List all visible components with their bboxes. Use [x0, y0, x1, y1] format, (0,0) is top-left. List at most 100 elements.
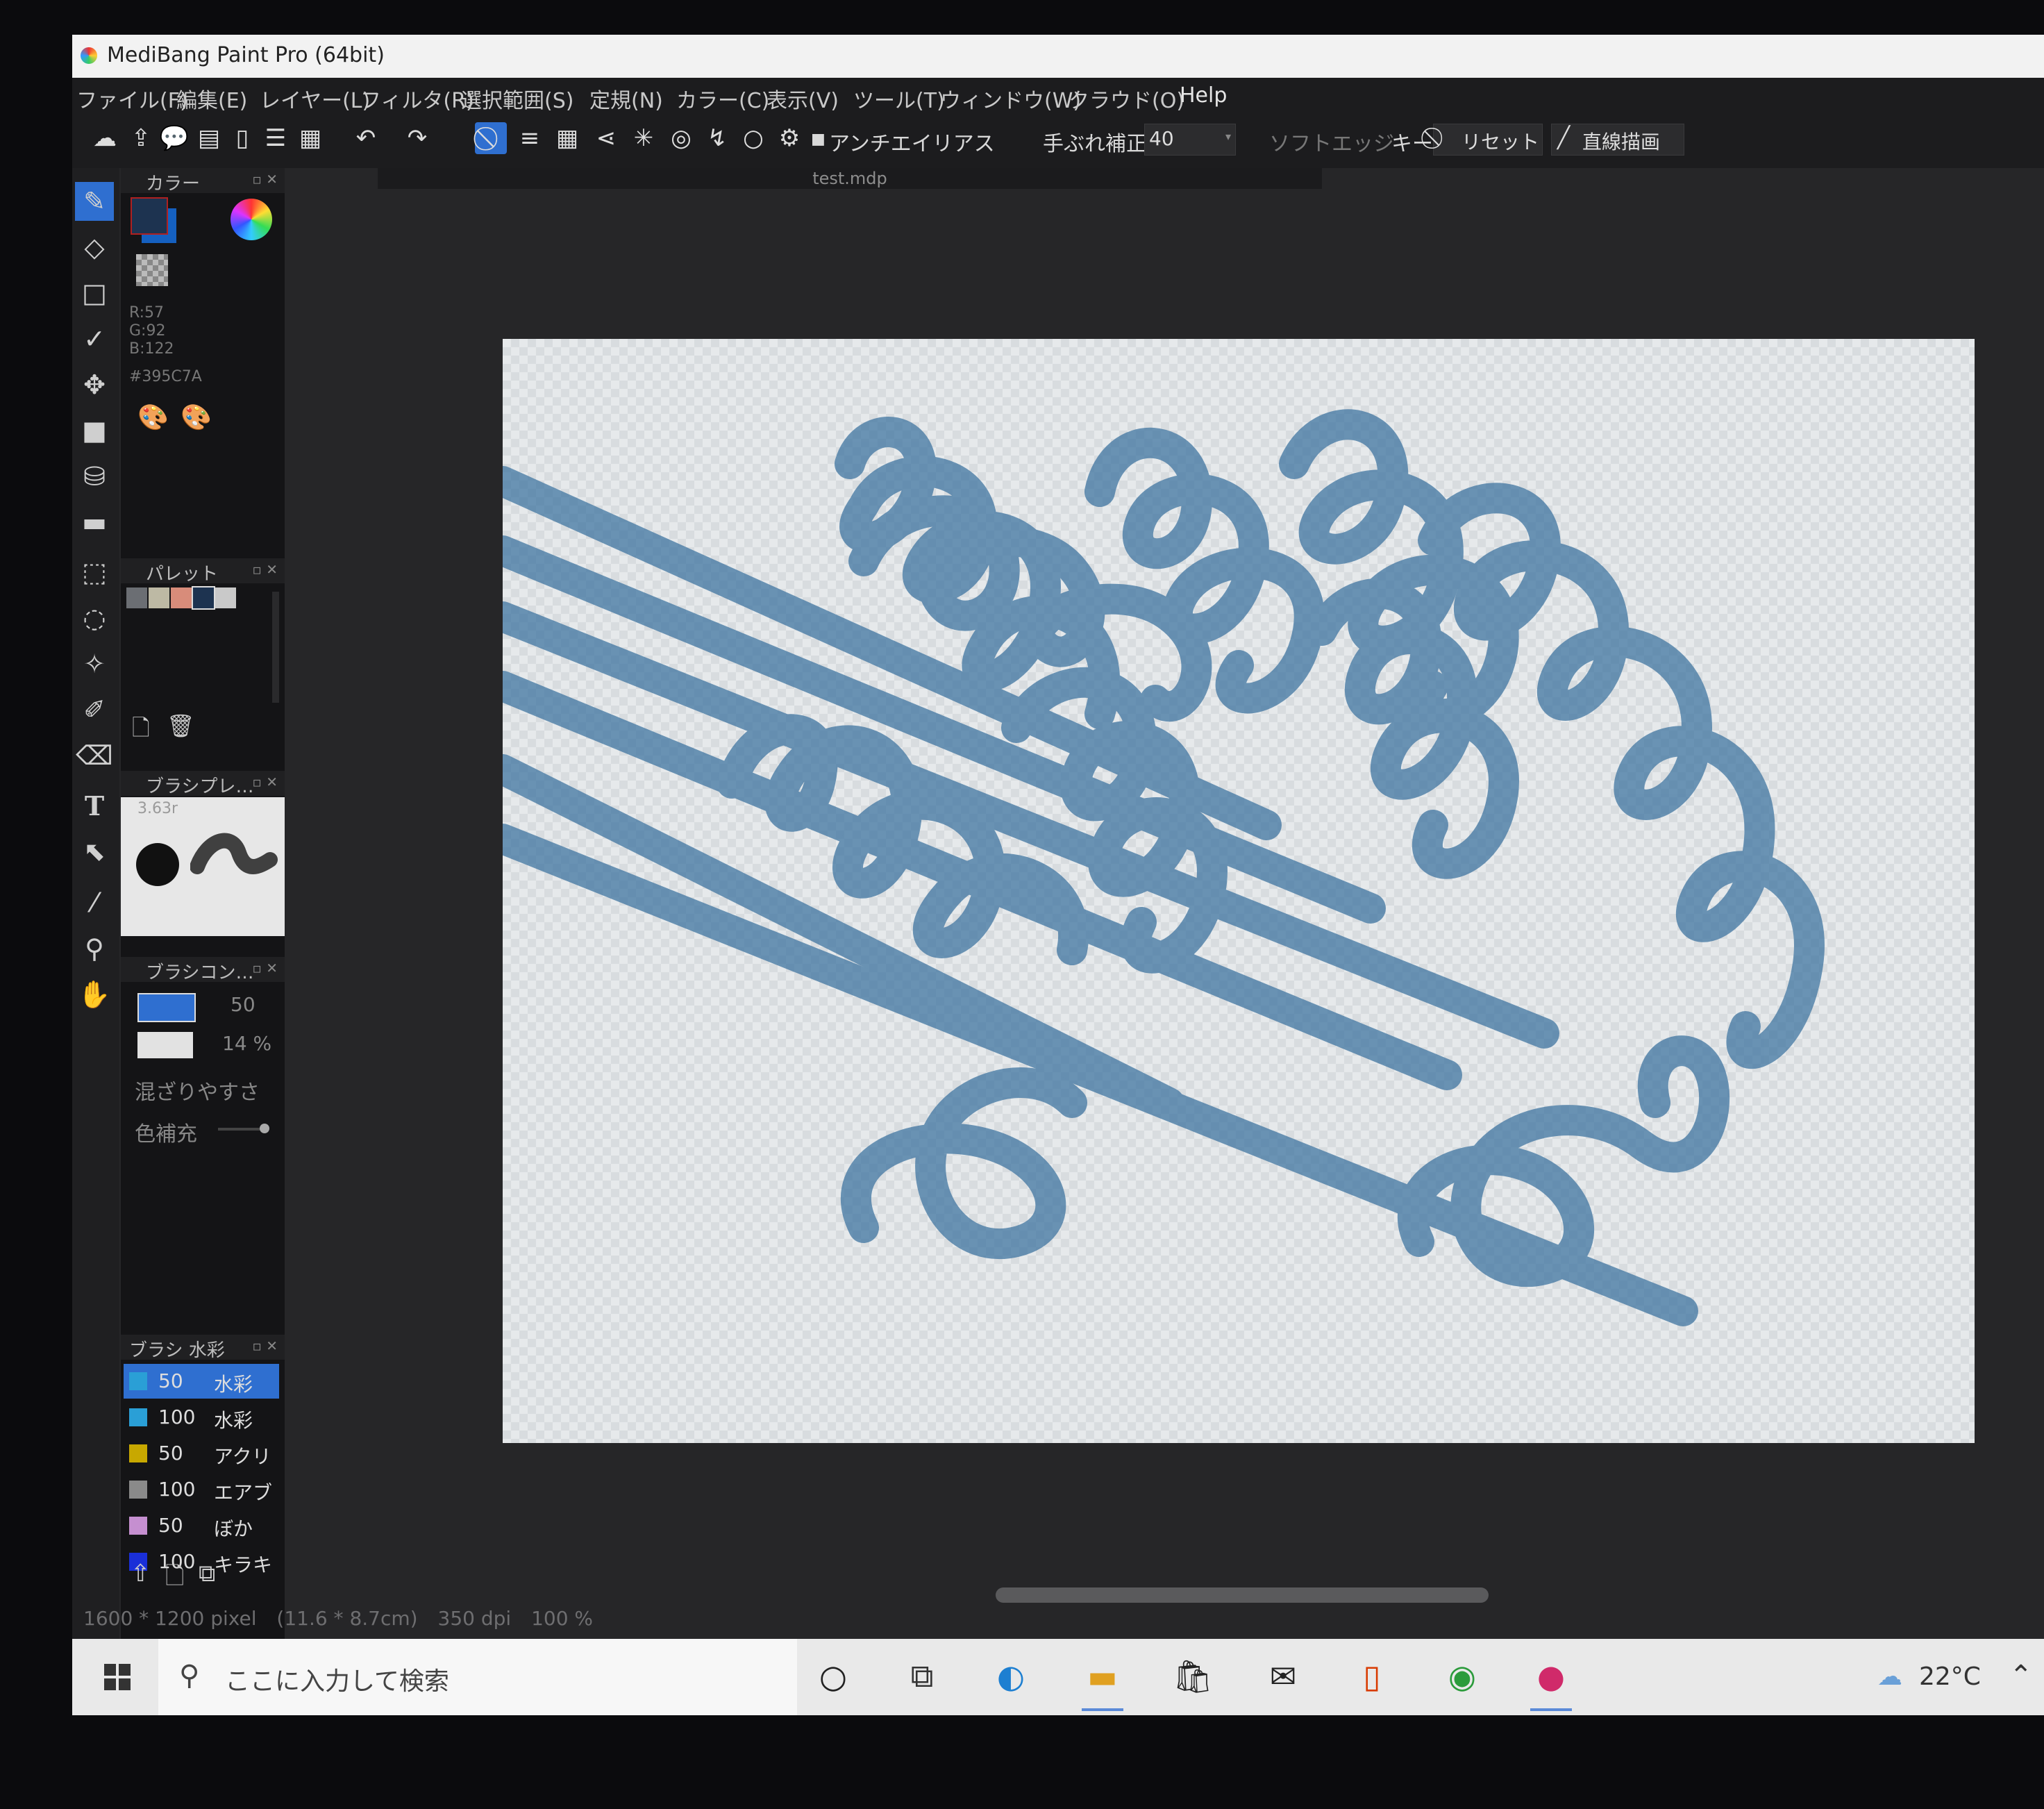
windows-start-icon[interactable] — [104, 1664, 131, 1690]
snap-off-icon[interactable]: ⃠ — [475, 122, 507, 154]
new-page-icon[interactable]: 🗋 — [132, 712, 150, 750]
brush-list-item[interactable]: 50 水彩 — [124, 1364, 279, 1399]
menu-help[interactable]: Help — [1180, 83, 1227, 108]
panel-close-icon[interactable]: ▫ ✕ — [252, 774, 278, 790]
concentric-snap-icon[interactable]: ◎ — [665, 122, 697, 154]
trash-icon[interactable]: 🗑 — [167, 712, 195, 739]
drawing-canvas[interactable] — [487, 339, 1975, 1443]
parallel-snap-icon[interactable]: ≡ — [514, 122, 546, 154]
menu-window[interactable]: ウィンドウ(W) — [940, 83, 1081, 114]
select-pen-icon[interactable]: ✐ — [75, 690, 114, 729]
menu-filter[interactable]: フィルタ(R) — [360, 83, 474, 114]
brush-list-item[interactable]: 100 エアブ — [124, 1472, 279, 1507]
menu-file[interactable]: ファイル(F) — [76, 83, 188, 114]
menu-ruler[interactable]: 定規(N) — [589, 83, 663, 114]
gradient-tool-icon[interactable]: ▬ — [75, 503, 114, 542]
grid-snap-icon[interactable]: ▦ — [551, 122, 583, 154]
page-list-icon[interactable]: ☰ — [260, 122, 292, 154]
circle-snap-icon[interactable]: ○ — [737, 122, 769, 154]
panel-close-icon[interactable]: ▫ ✕ — [252, 960, 278, 976]
palette-swatch[interactable] — [215, 587, 236, 608]
tray-chevron-up-icon[interactable]: ⌃ — [2009, 1660, 2033, 1692]
color-panel-header[interactable]: カラー ▫ ✕ — [121, 168, 285, 194]
redo-icon[interactable]: ↷ — [401, 122, 433, 154]
palette-swatch[interactable] — [171, 587, 192, 608]
palette-add-icon[interactable]: 🎨 — [181, 403, 212, 432]
menu-color[interactable]: カラー(C) — [676, 83, 769, 114]
undo-icon[interactable]: ↶ — [350, 122, 382, 154]
bucket-tool-icon[interactable]: ⛁ — [75, 457, 114, 496]
menu-selection[interactable]: 選択範囲(S) — [461, 83, 573, 114]
mail-icon[interactable]: ✉ — [1261, 1654, 1305, 1699]
snap-settings-icon[interactable]: ⚙ — [773, 122, 805, 154]
palette-swatch[interactable] — [149, 587, 169, 608]
share-icon[interactable]: ⇪ — [125, 122, 157, 154]
antialias-checkbox[interactable]: ■ — [811, 131, 826, 148]
soft-edge-label[interactable]: ソフトエッジ — [1269, 126, 1394, 157]
brush-list-header[interactable]: ブラシ 水彩 ▫ ✕ — [121, 1335, 285, 1361]
divide-tool-icon[interactable]: ⁄ — [75, 883, 114, 922]
eyedropper-tool-icon[interactable]: ⚲ — [75, 929, 114, 968]
eraser-tool-icon[interactable]: ◇ — [75, 228, 114, 267]
radial-snap-icon[interactable]: ✳ — [628, 122, 660, 154]
store-icon[interactable]: 🛍 — [1171, 1654, 1215, 1699]
fill-shape-tool-icon[interactable]: ■ — [75, 411, 114, 450]
taskbar-search-box[interactable]: ⚲ ここに入力して検索 — [158, 1639, 797, 1715]
color-wheel-icon[interactable] — [231, 199, 272, 240]
lasso-tool-icon[interactable]: ◌ — [75, 599, 114, 637]
menu-layer[interactable]: レイヤー(L) — [260, 83, 370, 114]
cortana-icon[interactable]: ○ — [811, 1654, 855, 1699]
rect-select-tool-icon[interactable]: ⬚ — [75, 553, 114, 592]
move-tool-icon[interactable]: ✥ — [75, 365, 114, 404]
brush-preview-header[interactable]: ブラシプレ… ▫ ✕ — [121, 771, 285, 797]
palette-panel-header[interactable]: パレット ▫ ✕ — [121, 558, 285, 585]
panel-close-icon[interactable]: ▫ ✕ — [252, 171, 278, 187]
text-tool-icon[interactable]: T — [75, 786, 114, 825]
brush-list-item[interactable]: 50 ぼか — [124, 1508, 279, 1543]
brush-cloud-icon[interactable]: ⇧ — [131, 1560, 151, 1587]
stabilizer-dropdown[interactable]: 40 ▾ — [1144, 124, 1236, 156]
palette-icon[interactable]: 🎨 — [137, 403, 169, 432]
medibang-taskbar-icon[interactable]: ● — [1529, 1654, 1573, 1711]
palette-swatch[interactable] — [192, 586, 215, 610]
page-manage-icon[interactable]: ▦ — [294, 122, 326, 154]
menu-cloud[interactable]: クラウド(O) — [1069, 83, 1184, 114]
brush-size-slider[interactable] — [137, 993, 196, 1022]
document-tab[interactable]: test.mdp — [378, 168, 1322, 189]
chrome-icon[interactable]: ◉ — [1440, 1654, 1484, 1699]
select-pen-tool-icon[interactable]: ✓ — [75, 319, 114, 358]
file-explorer-icon[interactable]: ▬ — [1080, 1654, 1125, 1711]
weather-icon[interactable]: ☁ — [1877, 1662, 1902, 1691]
menu-tool[interactable]: ツール(T) — [853, 83, 945, 114]
magic-wand-tool-icon[interactable]: ✧ — [75, 644, 114, 683]
palette-swatch[interactable] — [126, 587, 147, 608]
menu-view[interactable]: 表示(V) — [766, 83, 839, 114]
curve-snap-icon[interactable]: ↯ — [701, 122, 733, 154]
dot-tool-icon[interactable]: □ — [75, 274, 114, 312]
transparent-color-swatch[interactable] — [136, 254, 168, 286]
brush-list-item[interactable]: 50 アクリ — [124, 1436, 279, 1471]
hand-tool-icon[interactable]: ✋ — [75, 975, 114, 1014]
comment-list-icon[interactable]: ▤ — [193, 122, 225, 154]
operation-tool-icon[interactable]: ⬉ — [75, 832, 114, 871]
canvas-horizontal-scrollbar[interactable] — [996, 1587, 1489, 1603]
reset-button[interactable]: ⃠ リセット — [1433, 124, 1543, 156]
perspective-snap-icon[interactable]: ⋖ — [590, 122, 622, 154]
select-eraser-icon[interactable]: ⌫ — [75, 736, 114, 775]
line-draw-button[interactable]: ╱ 直線描画 — [1551, 124, 1684, 156]
brush-opacity-slider[interactable] — [137, 1032, 193, 1058]
brush-add-icon[interactable]: 🗋 — [165, 1560, 184, 1599]
refill-slider-handle[interactable] — [260, 1124, 269, 1133]
weather-temperature[interactable]: 22°C — [1919, 1662, 1981, 1691]
menu-edit[interactable]: 編集(E) — [176, 83, 247, 114]
foreground-color-swatch[interactable] — [131, 197, 168, 235]
panel-close-icon[interactable]: ▫ ✕ — [252, 1337, 278, 1354]
comment-icon[interactable]: 💬 — [158, 122, 190, 154]
edge-browser-icon[interactable]: ◐ — [989, 1654, 1033, 1699]
office-icon[interactable]: ▯ — [1350, 1654, 1394, 1699]
page-icon[interactable]: ▯ — [226, 122, 258, 154]
palette-scrollbar[interactable] — [272, 592, 279, 703]
panel-close-icon[interactable]: ▫ ✕ — [252, 561, 278, 578]
task-view-icon[interactable]: ⧉ — [900, 1654, 944, 1699]
cloud-check-icon[interactable]: ☁ — [89, 122, 121, 154]
